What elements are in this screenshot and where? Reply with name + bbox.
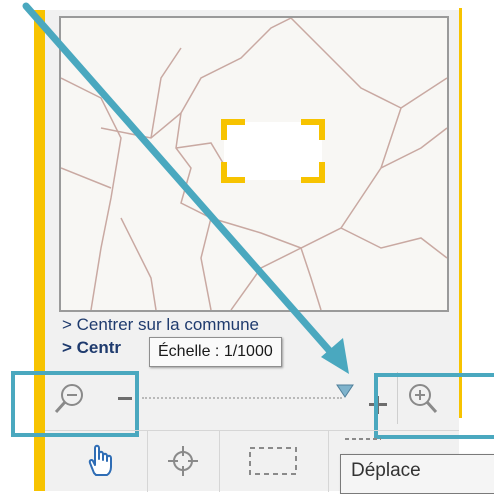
move-tooltip: Déplace [340, 454, 494, 494]
measure-icon [345, 438, 381, 440]
pan-hand-icon [88, 444, 112, 476]
highlight-box-zoom-out [11, 371, 139, 437]
rectangle-select-icon [249, 447, 297, 475]
rectangle-zoom-tool-button[interactable] [220, 431, 329, 492]
parcel-map-drawing [61, 18, 447, 310]
zoom-slider-thumb[interactable] [336, 384, 354, 398]
center-point-tool-button[interactable] [148, 431, 220, 492]
center-on-selection-link[interactable]: > Centr [62, 338, 121, 358]
pan-tool-button[interactable] [45, 431, 148, 492]
zoom-slider-track[interactable] [142, 397, 342, 399]
panel-accent-bar-right [459, 8, 462, 418]
crosshair-icon [168, 446, 198, 476]
overview-map[interactable] [59, 16, 449, 312]
scale-tooltip: Échelle : 1/1000 [149, 337, 282, 367]
center-on-commune-link[interactable]: > Centrer sur la commune [62, 315, 259, 335]
